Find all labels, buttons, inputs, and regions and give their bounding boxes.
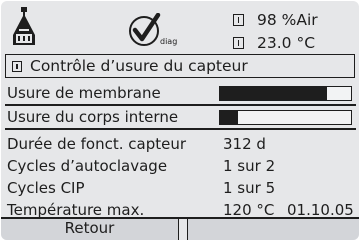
status-reading-oxygen: 98 %Air (233, 9, 318, 31)
indicator-icon (12, 60, 22, 72)
status-reading-temperature: 23.0 °C (233, 32, 315, 54)
softkey-gap (179, 219, 187, 240)
autoclave-cycles-label: Cycles d’autoclavage (7, 157, 168, 175)
menu-title-text: Contrôle d’usure du capteur (30, 57, 248, 75)
indicator-icon (233, 37, 244, 49)
inner-body-wear-bar (219, 110, 352, 125)
status-value: 23.0 °C (257, 34, 316, 52)
row-separator (5, 104, 356, 106)
operating-time-value: 312 d (223, 135, 266, 153)
inner-body-wear-label: Usure du corps interne (7, 108, 179, 126)
sensor-flask-icon (13, 7, 35, 45)
status-value: 98 %Air (257, 11, 318, 29)
row-separator (5, 128, 356, 130)
membrane-wear-label: Usure de membrane (7, 84, 161, 102)
back-softkey[interactable]: Retour (1, 219, 179, 240)
diag-checkmark-icon: diag (124, 13, 178, 49)
menu-title: Contrôle d’usure du capteur (5, 54, 355, 78)
right-softkey[interactable] (187, 219, 359, 240)
operating-time-label: Durée de fonct. capteur (7, 135, 187, 153)
indicator-icon (233, 14, 244, 26)
cip-cycles-label: Cycles CIP (7, 179, 85, 197)
membrane-wear-bar (219, 86, 352, 101)
cip-cycles-value: 1 sur 5 (223, 179, 276, 197)
back-softkey-label: Retour (64, 219, 115, 237)
inner-body-wear-fill (220, 111, 239, 124)
device-screen: diag 98 %Air 23.0 °C Contrôle d’usure du… (1, 1, 359, 240)
autoclave-cycles-value: 1 sur 2 (223, 157, 276, 175)
membrane-wear-fill (220, 87, 328, 100)
diag-label: diag (160, 37, 178, 46)
